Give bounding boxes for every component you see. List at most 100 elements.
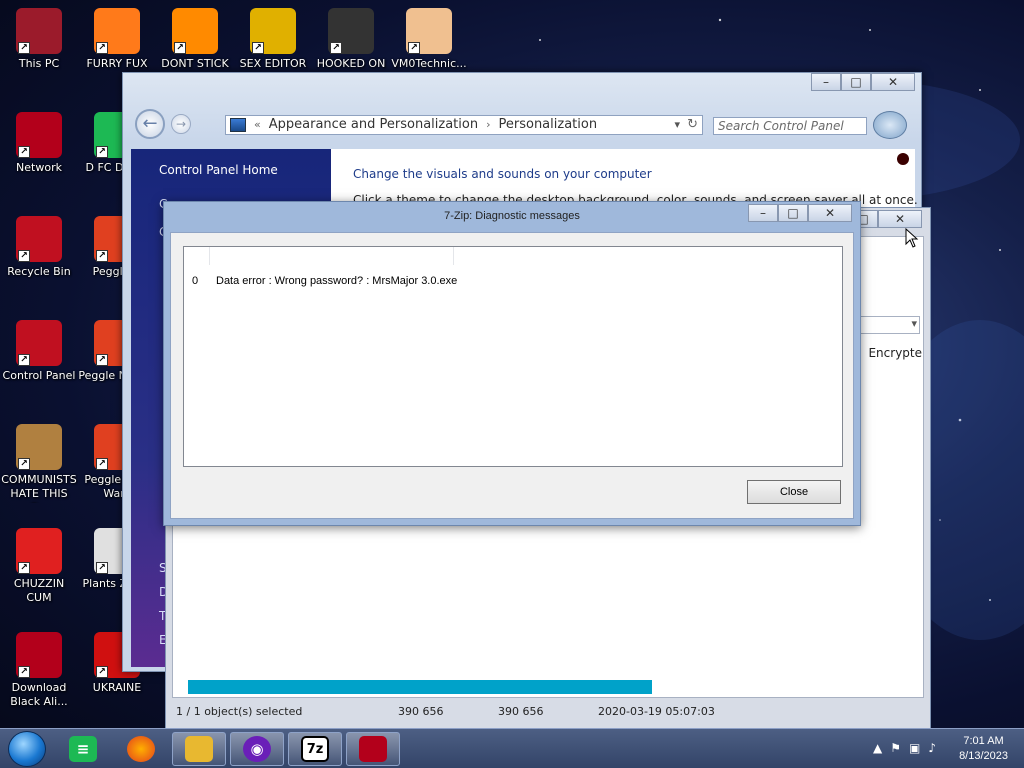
refresh-icon[interactable]: ↻ — [687, 116, 698, 134]
desktop-icon[interactable]: ↗ FURRY FUX — [78, 8, 156, 71]
start-button[interactable] — [8, 731, 46, 767]
status-size: 390 656 — [398, 705, 444, 718]
navigation-buttons: ← → — [135, 109, 191, 139]
desktop-icon[interactable]: ↗ Network — [0, 112, 78, 175]
extraction-progress-bar — [188, 680, 652, 694]
desktop-icon[interactable]: ↗ VM0Technic... — [390, 8, 468, 71]
desktop-icon[interactable]: ↗ COMMUNISTS HATE THIS G... — [0, 424, 78, 503]
status-bar: 1 / 1 object(s) selected 390 656 390 656… — [172, 702, 924, 722]
control-panel-icon: ↗ — [16, 320, 62, 366]
status-modified: 2020-03-19 05:07:03 — [598, 705, 715, 718]
address-dropdown-icon[interactable]: ▾ — [674, 116, 680, 134]
taskbar-firefox-button[interactable] — [122, 732, 160, 766]
desktop-icon[interactable]: ↗ Recycle Bin — [0, 216, 78, 279]
volume-icon[interactable]: ♪ — [928, 741, 936, 755]
taskbar-7zip-button[interactable]: 7z — [288, 732, 342, 766]
shortcut-arrow-icon: ↗ — [18, 458, 30, 470]
column-header-index[interactable] — [184, 247, 210, 265]
maximize-icon[interactable]: □ — [841, 73, 871, 91]
firefox-icon — [127, 736, 155, 762]
clock-date: 8/13/2023 — [959, 750, 1008, 762]
clock[interactable]: 7:01 AM 8/13/2023 — [959, 734, 1008, 764]
control-panel-icon — [230, 118, 246, 132]
shortcut-arrow-icon: ↗ — [18, 666, 30, 678]
vlc-icon: ↗ — [172, 8, 218, 54]
shortcut-arrow-icon: ↗ — [18, 250, 30, 262]
message-list[interactable]: 0 Data error : Wrong password? : MrsMajo… — [183, 246, 843, 467]
desktop-icon-label: FURRY FUX — [86, 57, 148, 70]
search-input[interactable]: Search Control Panel — [713, 117, 867, 135]
money-bag-icon: ↗ — [16, 424, 62, 470]
control-panel-icon — [359, 736, 387, 762]
desktop-icon[interactable]: ↗ HOOKED ON — [312, 8, 390, 71]
spotify-icon: ≡ — [69, 736, 97, 762]
close-icon[interactable]: ✕ — [871, 73, 915, 91]
alien-icon: ↗ — [16, 632, 62, 678]
chuzzle-icon: ↗ — [16, 528, 62, 574]
window-controls: – □ ✕ — [748, 204, 852, 222]
taskbar: ≡ ◉ 7z ▲ ⚑ ▣ ♪ 7:01 AM 8/13/2023 — [0, 728, 1024, 768]
desktop-icon-label: Download Black Ali... — [10, 681, 68, 708]
desktop-icon-label: This PC — [18, 57, 60, 70]
desktop-icon-label: Recycle Bin — [7, 265, 71, 278]
breadcrumb-appearance[interactable]: Appearance and Personalization — [269, 116, 478, 134]
page-title: Change the visuals and sounds on your co… — [353, 167, 652, 181]
column-header-encrypted[interactable]: Encrypte — [868, 346, 922, 360]
network-icon: ↗ — [16, 112, 62, 158]
mask-icon: ◉ — [243, 736, 271, 762]
shortcut-arrow-icon: ↗ — [408, 42, 420, 54]
taskbar-mask-button[interactable]: ◉ — [230, 732, 284, 766]
shortcut-arrow-icon: ↗ — [96, 666, 108, 678]
close-icon[interactable]: ✕ — [808, 204, 852, 222]
close-button[interactable]: Close — [747, 480, 841, 504]
shortcut-arrow-icon: ↗ — [96, 458, 108, 470]
dialog-body: 0 Data error : Wrong password? : MrsMajo… — [170, 232, 854, 519]
forward-arrow-icon[interactable]: → — [171, 114, 191, 134]
desktop-icon-label: Network — [16, 161, 62, 174]
shortcut-arrow-icon: ↗ — [96, 146, 108, 158]
maximize-icon[interactable]: □ — [778, 204, 808, 222]
7zip-icon: 7z — [301, 736, 329, 762]
message-list-header — [184, 247, 842, 265]
desktop-icon-label: DONT STICK — [161, 57, 229, 70]
doctor-icon: ↗ — [406, 8, 452, 54]
desktop-icon[interactable]: ↗ CHUZZIN CUM — [0, 528, 78, 605]
game-icon: ↗ — [328, 8, 374, 54]
taskbar-control-panel-button[interactable] — [346, 732, 400, 766]
desktop-icon-label: HOOKED ON — [316, 57, 386, 70]
minimize-icon[interactable]: – — [748, 204, 778, 222]
shortcut-arrow-icon: ↗ — [330, 42, 342, 54]
status-selection: 1 / 1 object(s) selected — [176, 705, 303, 718]
taskbar-spotify-button[interactable]: ≡ — [64, 732, 102, 766]
control-panel-home-link[interactable]: Control Panel Home — [159, 163, 278, 177]
action-center-flag-icon[interactable]: ⚑ — [890, 741, 901, 755]
breadcrumb-personalization[interactable]: Personalization — [499, 116, 598, 134]
desktop-icon[interactable]: ↗ Control Panel — [0, 320, 78, 383]
desktop-icon[interactable]: ↗ SEX EDITOR — [234, 8, 312, 71]
desktop-icon-label: COMMUNISTS HATE THIS G... — [1, 473, 77, 503]
minimize-icon[interactable]: – — [811, 73, 841, 91]
desktop-icon-label: VM0Technic... — [391, 57, 467, 70]
show-hidden-icons-icon[interactable]: ▲ — [873, 741, 882, 755]
this-pc-icon: ↗ — [16, 8, 62, 54]
address-bar[interactable]: « Appearance and Personalization › Perso… — [225, 115, 703, 135]
desktop-icon[interactable]: ↗ DONT STICK — [156, 8, 234, 71]
shortcut-arrow-icon: ↗ — [252, 42, 264, 54]
shortcut-arrow-icon: ↗ — [174, 42, 186, 54]
taskbar-file-explorer-button[interactable] — [172, 732, 226, 766]
close-icon[interactable]: ✕ — [878, 210, 922, 228]
path-dropdown[interactable] — [856, 316, 920, 334]
message-index: 0 — [192, 275, 199, 287]
message-text: Data error : Wrong password? : MrsMajor … — [216, 275, 458, 287]
network-icon[interactable]: ▣ — [909, 741, 920, 755]
desktop-icon[interactable]: ↗ This PC — [0, 8, 78, 71]
desktop-icon[interactable]: ↗ Download Black Ali... — [0, 632, 78, 709]
breadcrumb-separator-icon[interactable]: › — [486, 116, 490, 134]
column-header-message[interactable] — [210, 247, 454, 265]
search-icon[interactable] — [873, 111, 907, 139]
back-arrow-icon[interactable]: ← — [135, 109, 165, 139]
help-icon[interactable] — [897, 153, 909, 165]
breadcrumb-overflow-icon[interactable]: « — [254, 116, 261, 134]
recycle-bin-icon: ↗ — [16, 216, 62, 262]
status-packed-size: 390 656 — [498, 705, 544, 718]
